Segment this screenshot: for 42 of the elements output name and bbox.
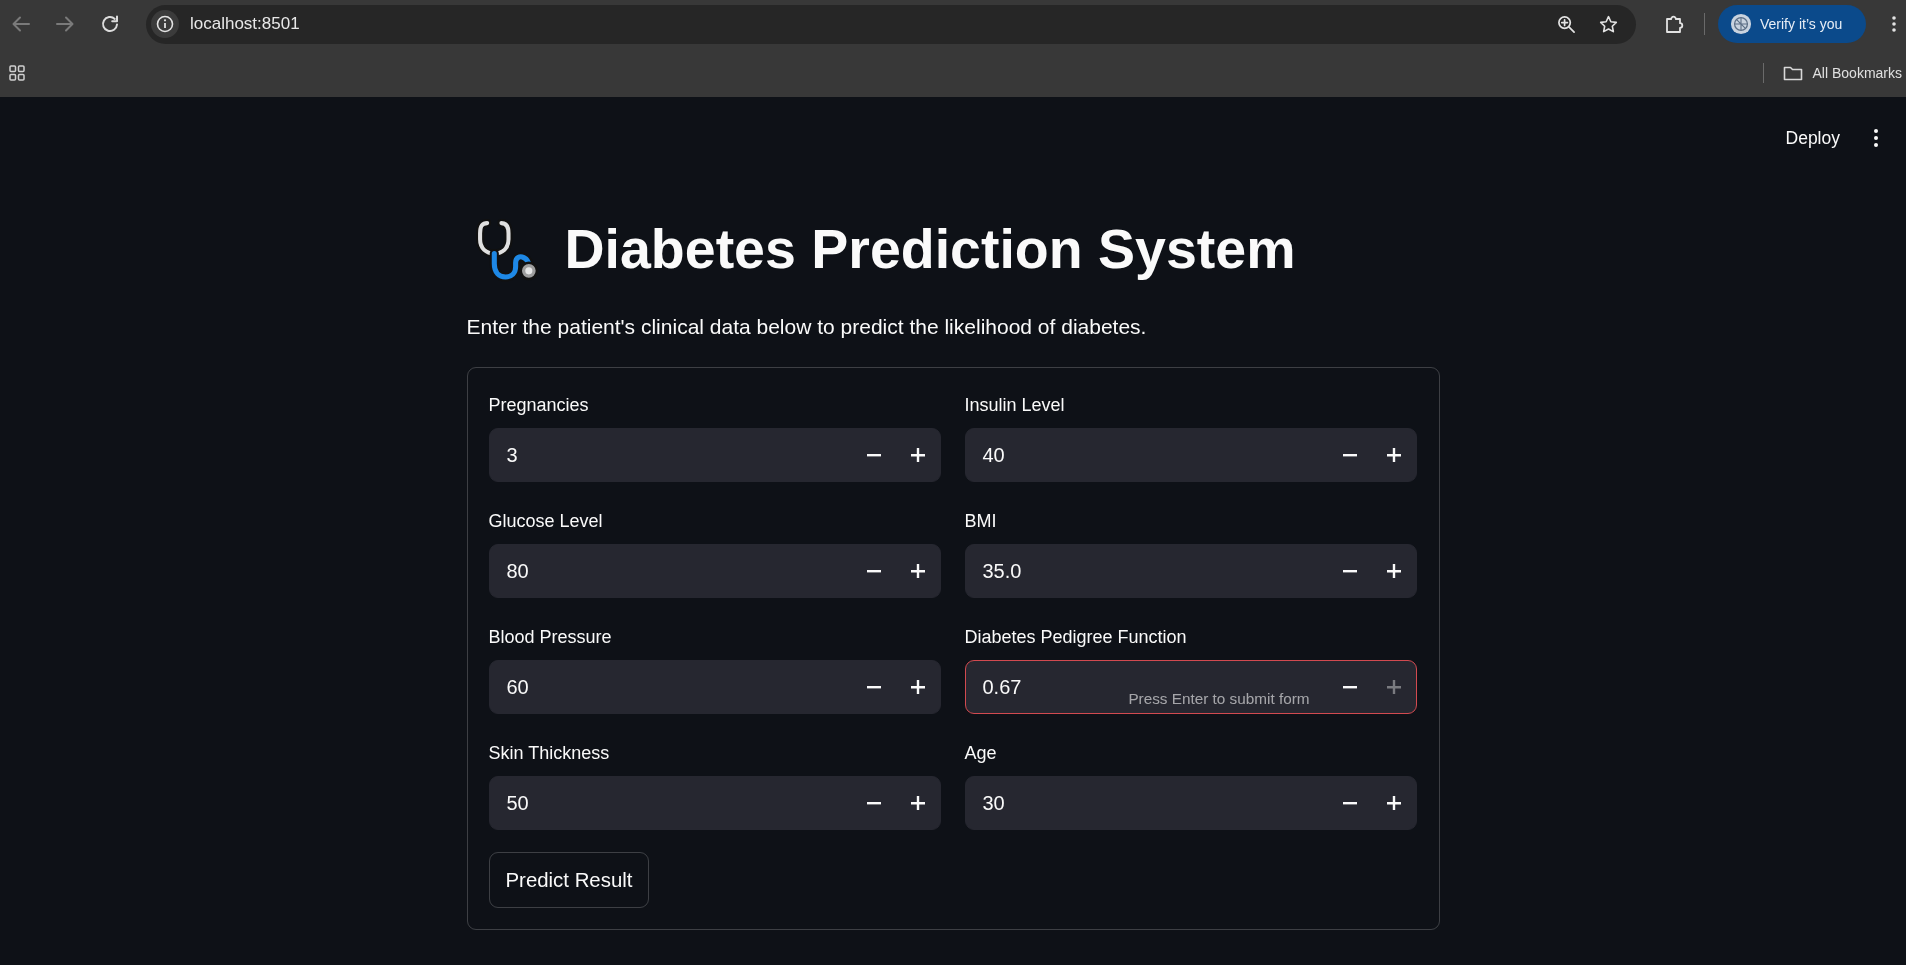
number-input[interactable]: 80 (488, 544, 941, 598)
field-label: BMI (964, 510, 998, 532)
stethoscope-icon (474, 216, 540, 282)
input-hint: Press Enter to submit form (1128, 690, 1310, 708)
plus-icon[interactable] (910, 796, 925, 810)
plus-icon[interactable] (910, 448, 925, 462)
field-label: Glucose Level (488, 510, 604, 532)
zoom-in-icon[interactable] (1557, 14, 1576, 34)
address-bar[interactable]: localhost:8501 (146, 4, 1636, 44)
plus-icon[interactable] (910, 564, 925, 578)
deploy-button[interactable]: Deploy (1781, 121, 1844, 155)
puzzle-icon[interactable] (1664, 14, 1684, 34)
page-description: Enter the patient's clinical data below to predict the likelihood of diabetes. (466, 314, 1148, 340)
number-input[interactable]: 60 (488, 660, 941, 714)
info-icon[interactable] (151, 10, 179, 38)
number-input[interactable]: 50 (488, 776, 941, 830)
number-input[interactable]: 30 (964, 776, 1417, 830)
field-label: Pregnancies (488, 394, 590, 416)
field-label: Blood Pressure (488, 626, 613, 648)
number-input[interactable]: 40 (964, 428, 1417, 482)
field-label: Diabetes Pedigree Function (964, 626, 1188, 648)
bookmarks-folder[interactable]: All Bookmarks (1782, 64, 1902, 81)
kebab-menu-icon[interactable] (1892, 16, 1896, 32)
profile-button[interactable]: Verify it’s you (1718, 5, 1866, 43)
plus-icon[interactable] (1386, 448, 1401, 462)
number-input[interactable]: 35.0 (964, 544, 1417, 598)
predict-button[interactable]: Predict Result (488, 852, 650, 908)
field-label: Skin Thickness (488, 742, 611, 764)
number-input[interactable]: 3 (488, 428, 941, 482)
avatar-icon (1730, 13, 1752, 35)
kebab-menu-icon[interactable] (1874, 129, 1878, 147)
number-input[interactable]: 0.67 Press Enter to submit form (964, 660, 1417, 714)
page-title: Diabetes Prediction System (564, 217, 1296, 282)
field-label: Age (964, 742, 998, 764)
plus-icon[interactable] (1386, 564, 1401, 578)
plus-icon[interactable] (1386, 796, 1401, 810)
plus-icon[interactable] (910, 680, 925, 694)
field-label: Insulin Level (964, 394, 1066, 416)
folder-icon (1782, 64, 1803, 81)
star-icon[interactable] (1599, 14, 1618, 34)
reload-icon[interactable] (100, 14, 120, 34)
apps-grid-icon[interactable] (9, 64, 25, 81)
